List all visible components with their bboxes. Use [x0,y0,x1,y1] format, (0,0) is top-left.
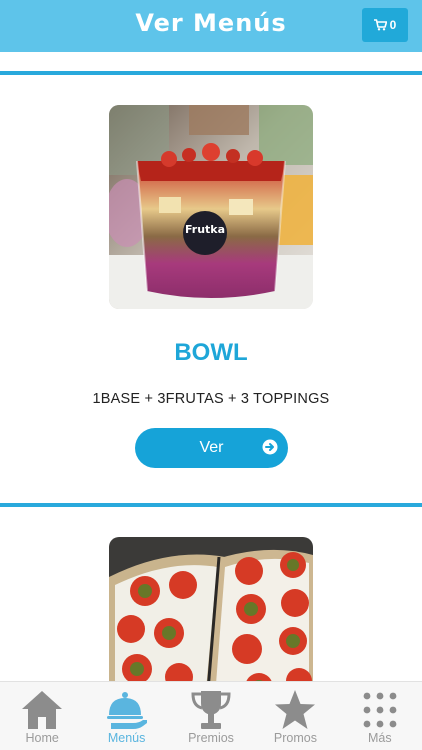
menu-card-bowl[interactable]: Frutka BOWL 1BASE + 3FRUTAS + 3 TOPPINGS… [0,75,422,503]
bottom-tab-bar: Home Menús Premios Promos Más [0,681,422,750]
circle-arrow-right-icon [262,439,278,460]
view-menu-button[interactable]: Ver [135,428,288,468]
app-screen: Ver Menús 0 Frutka BOWL 1BASE + 3FRUTAS … [0,0,422,750]
home-icon [20,687,64,733]
cart-button[interactable]: 0 [362,8,408,42]
food-cloche-icon [105,687,149,733]
bowl-photo: Frutka [109,105,313,309]
star-icon [273,687,317,733]
shopping-cart-icon [373,19,387,31]
page-title: Ver Menús [135,9,287,37]
cart-count-badge: 0 [389,18,397,32]
tab-home[interactable]: Home [0,682,84,750]
tab-label: Home [25,731,59,745]
tab-promos[interactable]: Promos [253,682,337,750]
tab-menus[interactable]: Menús [84,682,168,750]
menu-card-2[interactable] [0,507,422,727]
tab-mas[interactable]: Más [338,682,422,750]
tab-label: Menús [107,731,146,745]
frutka-logo: Frutka [185,223,225,236]
grid-dots-icon [358,687,402,733]
top-bar: Ver Menús 0 [0,0,422,52]
tab-premios[interactable]: Premios [169,682,253,750]
tab-label: Premios [188,731,234,745]
menu-title: BOWL [174,339,248,366]
menu-description: 1BASE + 3FRUTAS + 3 TOPPINGS [92,391,330,407]
tab-label: Más [368,731,392,745]
tab-label: Promos [273,731,317,745]
trophy-icon [189,687,233,733]
